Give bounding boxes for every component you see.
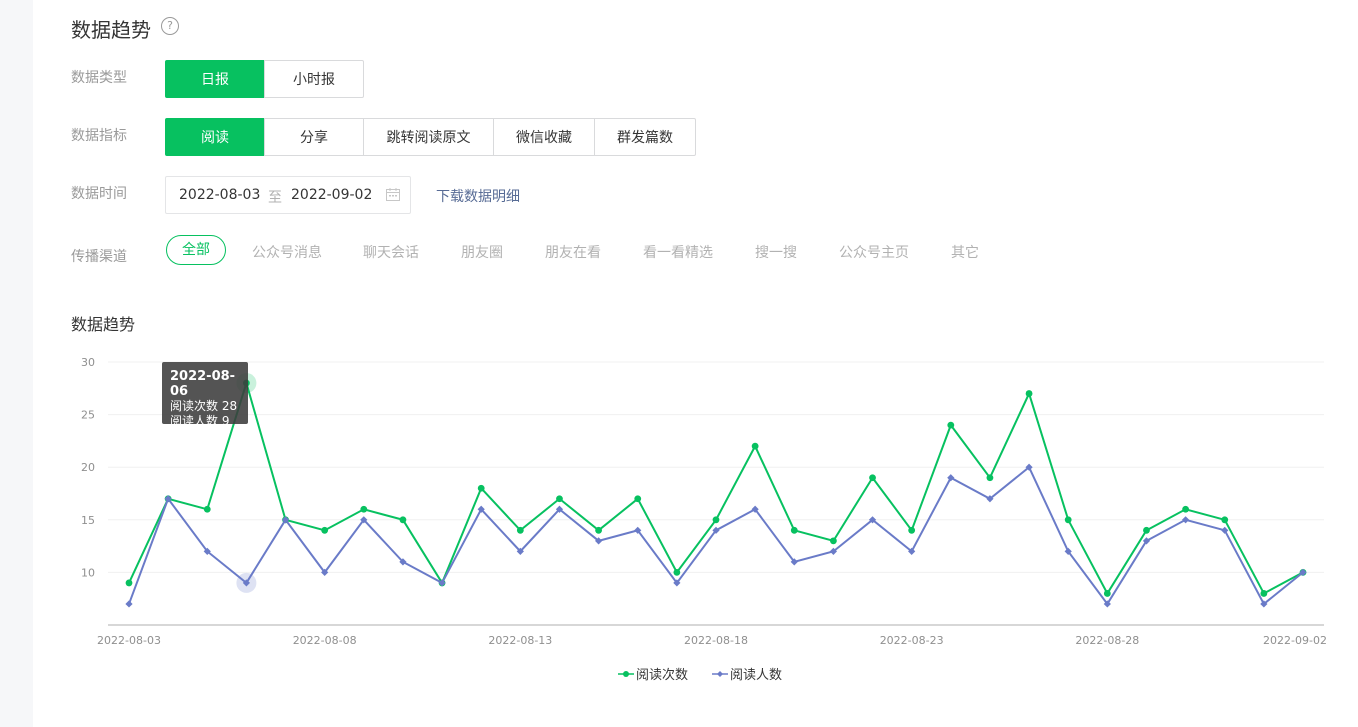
date-separator: 至 (268, 190, 282, 206)
data-point-read-count (477, 484, 485, 492)
data-point-read-count (712, 516, 720, 524)
data-point-reader-count (125, 600, 133, 608)
daily-report-button[interactable]: 日报 (165, 60, 265, 98)
data-point-read-count (634, 495, 642, 503)
data-point-read-count (1103, 590, 1111, 597)
legend-circle-marker-icon (618, 670, 634, 677)
data-point-read-count (751, 442, 759, 450)
data-metric-label: 数据指标 (71, 128, 127, 144)
chart-tooltip: 2022-08-06 阅读次数 28 阅读人数 9 (162, 362, 248, 428)
data-point-reader-count (1221, 526, 1229, 534)
data-point-read-count (869, 474, 876, 482)
data-point-read-count (321, 526, 329, 534)
y-tick-label: 30 (81, 356, 95, 369)
tooltip-date: 2022-08-06 (170, 369, 236, 399)
channel-chat[interactable]: 聊天会话 (363, 242, 419, 262)
data-point-read-count (1182, 505, 1189, 513)
data-type-group: 日报 小时报 (165, 60, 364, 98)
data-metric-group: 阅读 分享 跳转阅读原文 微信收藏 群发篇数 (165, 118, 696, 156)
date-end[interactable]: 2022-09-02 (291, 187, 372, 203)
metric-mass-send-button[interactable]: 群发篇数 (594, 118, 696, 156)
channel-friends-watching[interactable]: 朋友在看 (545, 242, 601, 262)
hourly-report-button[interactable]: 小时报 (264, 60, 364, 98)
data-point-read-count (1143, 526, 1150, 534)
legend-item-reader-count[interactable]: 阅读人数 (712, 664, 782, 683)
calendar-icon[interactable] (386, 188, 400, 201)
data-point-read-count (516, 526, 524, 534)
legend-label-read-count: 阅读次数 (636, 668, 689, 683)
data-point-read-count (947, 421, 955, 429)
data-point-read-count (595, 526, 602, 534)
data-point-read-count (203, 505, 211, 513)
legend-label-reader-count: 阅读人数 (730, 668, 783, 683)
x-tick-label: 2022-08-13 (488, 634, 552, 647)
y-tick-label: 20 (81, 461, 95, 474)
date-start[interactable]: 2022-08-03 (179, 187, 260, 203)
data-point-read-count (1025, 390, 1033, 397)
channel-top-stories[interactable]: 看一看精选 (643, 242, 713, 262)
channel-search[interactable]: 搜一搜 (755, 242, 797, 262)
y-tick-label: 10 (81, 566, 95, 579)
data-point-read-count (1064, 516, 1072, 524)
data-time-label: 数据时间 (71, 186, 127, 202)
metric-read-button[interactable]: 阅读 (165, 118, 265, 156)
data-point-read-count (360, 505, 368, 513)
metric-jump-original-button[interactable]: 跳转阅读原文 (363, 118, 494, 156)
data-point-read-count (556, 495, 563, 503)
data-point-read-count (908, 526, 916, 534)
x-tick-label: 2022-08-23 (880, 634, 944, 647)
metric-wechat-favorite-button[interactable]: 微信收藏 (493, 118, 595, 156)
x-tick-label: 2022-08-28 (1075, 634, 1139, 647)
tooltip-reader-count: 阅读人数 9 (170, 414, 230, 428)
data-point-reader-count (947, 474, 955, 482)
channel-label: 传播渠道 (71, 249, 127, 265)
x-tick-label: 2022-08-03 (97, 634, 161, 647)
metric-share-button[interactable]: 分享 (264, 118, 364, 156)
legend-item-read-count[interactable]: 阅读次数 (618, 664, 688, 683)
x-tick-label: 2022-09-02 (1263, 634, 1327, 647)
channel-other[interactable]: 其它 (951, 242, 979, 262)
question-circle-icon[interactable]: ? (161, 17, 179, 35)
channel-all[interactable]: 全部 (166, 235, 226, 265)
data-point-read-count (125, 579, 133, 587)
tooltip-read-count: 阅读次数 28 (170, 399, 238, 413)
data-point-read-count (790, 526, 798, 534)
data-point-read-count (399, 516, 407, 524)
page-title: 数据趋势 (71, 18, 151, 42)
x-tick-label: 2022-08-08 (293, 634, 357, 647)
date-range-picker[interactable]: 2022-08-03 至 2022-09-02 (165, 176, 411, 214)
data-point-read-count (1260, 590, 1268, 597)
data-point-read-count (986, 474, 994, 482)
channel-official-account-message[interactable]: 公众号消息 (252, 242, 322, 262)
y-tick-label: 15 (81, 514, 95, 527)
data-type-label: 数据类型 (71, 70, 127, 86)
data-point-reader-count (1182, 516, 1190, 524)
x-tick-label: 2022-08-18 (684, 634, 748, 647)
data-point-read-count (830, 537, 837, 545)
legend-diamond-marker-icon (712, 670, 728, 677)
channel-account-homepage[interactable]: 公众号主页 (839, 242, 909, 262)
channel-moments[interactable]: 朋友圈 (461, 242, 503, 262)
chart-section-title: 数据趋势 (71, 315, 136, 334)
y-tick-label: 25 (81, 409, 95, 422)
series-line-reader-count (128, 465, 1304, 606)
data-point-read-count (1221, 516, 1229, 524)
download-data-link[interactable]: 下载数据明细 (436, 186, 520, 206)
data-point-read-count (673, 569, 681, 576)
